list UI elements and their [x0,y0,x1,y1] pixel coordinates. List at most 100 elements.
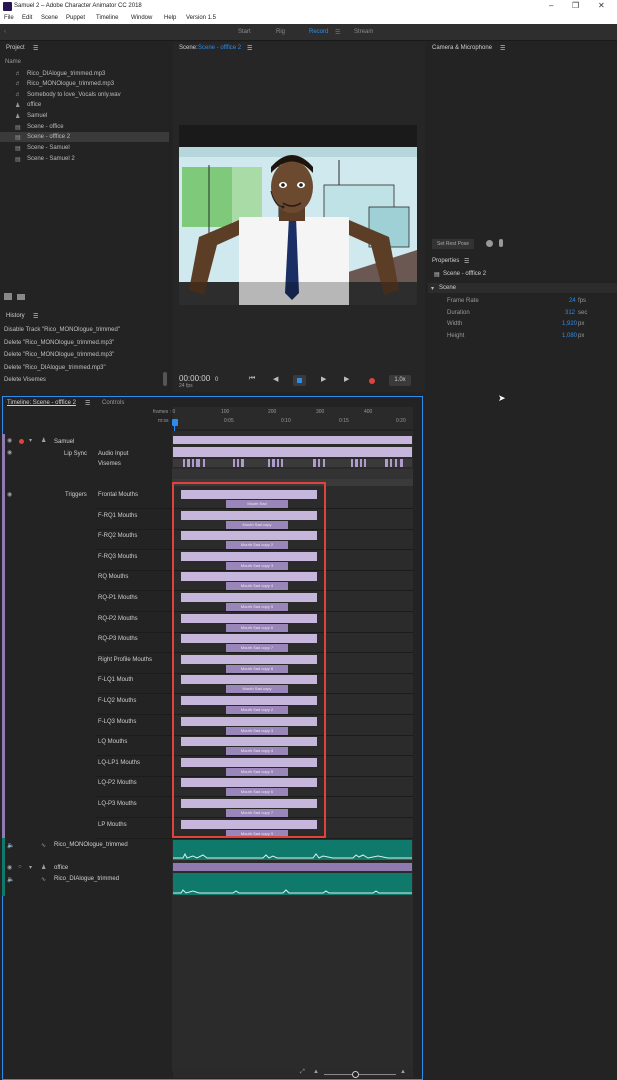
workspace-stream[interactable]: Stream [354,29,373,35]
width-value[interactable]: 1,920 [562,321,577,327]
new-scene-icon[interactable] [4,293,12,300]
webcam-icon[interactable] [486,240,493,247]
project-item[interactable]: ♬ Somebody to love_Vocals only.wav [0,90,169,100]
puppet-track-label[interactable]: office [54,865,68,871]
menu-puppet[interactable]: Puppet [66,15,85,21]
fit-icon[interactable]: ⤢ [300,1069,305,1076]
trigger-row-label[interactable]: F-LQ3 Mouths [98,719,136,725]
height-value[interactable]: 1,080 [562,333,577,339]
play-icon[interactable]: ▶ [321,375,326,383]
step-forward-icon[interactable]: ▶ [344,375,349,383]
workspace-rig[interactable]: Rig [276,29,285,35]
menu-version[interactable]: Version 1.5 [186,15,216,21]
project-item[interactable]: ▤ Scene - Samuel 2 [0,154,169,164]
puppet-clip[interactable] [173,863,412,871]
go-to-start-icon[interactable]: ⏮ [249,375,255,383]
panel-menu-icon[interactable]: ☰ [33,313,38,320]
trigger-row-label[interactable]: RQ-P2 Mouths [98,616,138,622]
history-item[interactable]: Delete "Rico_MONOlogue_trimmed.mp3" [4,352,114,358]
puppet-track-label[interactable]: Samuel [54,439,74,445]
scene-section-header[interactable]: ▾ Scene [428,283,617,293]
eye-icon[interactable]: ◉ [7,437,12,444]
zoom-out-icon[interactable]: ▲ [313,1069,319,1075]
zoom-slider[interactable] [324,1074,396,1075]
tab-timeline[interactable]: Timeline: Scene - offfice 2 [7,400,76,406]
chevron-down-icon[interactable]: ▾ [29,437,32,444]
menu-file[interactable]: File [4,15,14,21]
scene-name-link[interactable]: Scene - offfice 2 [198,45,241,51]
lipsync-clip[interactable] [173,447,412,457]
project-title[interactable]: Project [6,45,25,51]
menu-window[interactable]: Window [131,15,152,21]
puppet-clip[interactable] [173,436,412,444]
zoom-slider-handle[interactable] [352,1071,359,1078]
history-item[interactable]: Delete "Rico_DIAlogue_trimmed.mp3" [4,365,106,371]
trigger-row-label[interactable]: LQ-LP1 Mouths [98,760,140,766]
visemes-label[interactable]: Visemes [98,461,121,467]
project-item-selected[interactable]: ▤ Scene - offfice 2 [0,132,169,142]
tab-controls[interactable]: Controls [102,400,124,406]
frame-rate-value[interactable]: 24 [569,298,576,304]
panel-menu-icon[interactable]: ☰ [500,45,505,52]
history-item[interactable]: Delete Visemes [4,377,46,383]
stop-button[interactable] [293,375,306,386]
microphone-icon[interactable] [499,239,503,247]
panel-menu-icon[interactable]: ☰ [33,45,38,52]
record-icon[interactable] [369,378,375,384]
trigger-row-label[interactable]: F-LQ2 Mouths [98,698,136,704]
camera-title[interactable]: Camera & Microphone [432,45,492,51]
set-rest-pose-button[interactable]: Set Rest Pose [432,239,474,249]
history-item[interactable]: Disable Track "Rico_MONOlogue_trimmed" [4,327,120,333]
trigger-row-label[interactable]: LP Mouths [98,822,127,828]
restore-icon[interactable]: ❐ [572,1,579,10]
workspace-record[interactable]: Record [309,29,328,35]
workspace-start[interactable]: Start [238,29,251,35]
trigger-row-label[interactable]: LQ-P3 Mouths [98,801,137,807]
history-title[interactable]: History [6,313,25,319]
eye-icon[interactable]: ◉ [7,864,12,871]
project-item[interactable]: ♟ Samuel [0,111,169,121]
speaker-icon[interactable]: 🔈 [7,842,14,849]
menu-timeline[interactable]: Timeline [96,15,118,21]
trigger-row-label[interactable]: RQ-P3 Mouths [98,636,138,642]
record-arm-icon[interactable]: ○ [18,864,22,870]
audio-clip[interactable] [173,840,412,860]
step-back-icon[interactable]: ◀ [273,375,278,383]
trigger-row-label[interactable]: Right Profile Mouths [98,657,152,663]
timeline-ruler[interactable] [173,407,413,429]
chevron-down-icon[interactable]: ▾ [29,864,32,871]
trigger-row-label[interactable]: F-LQ1 Mouth [98,677,133,683]
minimize-icon[interactable]: – [549,1,553,10]
zoom-button[interactable]: 1.0x [389,375,411,386]
project-item[interactable]: ♬ Rico_DIAlogue_trimmed.mp3 [0,69,169,79]
panel-menu-icon[interactable]: ☰ [85,400,90,407]
triggers-label[interactable]: Triggers [65,492,87,498]
trigger-row-label[interactable]: RQ-P1 Mouths [98,595,138,601]
eye-icon[interactable]: ◉ [7,491,12,498]
trigger-row-label[interactable]: Frontal Mouths [98,492,138,498]
scene-canvas[interactable] [179,125,417,305]
properties-title[interactable]: Properties [432,258,459,264]
menu-edit[interactable]: Edit [22,15,32,21]
trigger-row-label[interactable]: RQ Mouths [98,574,128,580]
close-icon[interactable]: ✕ [598,1,605,10]
project-item[interactable]: ♬ Rico_MONOlogue_trimmed.mp3 [0,79,169,89]
duration-value[interactable]: 312 [565,310,575,316]
playhead[interactable] [172,419,178,426]
eye-icon[interactable]: ◉ [7,449,12,456]
frame-number[interactable]: 0 [215,377,218,383]
menu-help[interactable]: Help [164,15,176,21]
trigger-row-label[interactable]: LQ-P2 Mouths [98,780,137,786]
speaker-icon[interactable]: 🔈 [7,876,14,883]
audio-track-label[interactable]: Rico_DIAlogue_trimmed [54,876,119,882]
workspace-menu-icon[interactable]: ‹ [4,29,6,35]
history-item[interactable]: Delete "Rico_MONOlogue_trimmed.mp3" [4,340,114,346]
project-item[interactable]: ▤ Scene - Samuel [0,143,169,153]
visemes-track[interactable] [173,459,412,467]
workspace-menu-icon-2[interactable]: ☰ [335,29,340,36]
trigger-row-label[interactable]: F-RQ1 Mouths [98,513,137,519]
new-folder-icon[interactable] [17,294,25,300]
scrollbar[interactable] [163,372,167,386]
audio-track-label[interactable]: Rico_MONOlogue_trimmed [54,842,128,848]
trigger-row-label[interactable]: F-RQ3 Mouths [98,554,137,560]
